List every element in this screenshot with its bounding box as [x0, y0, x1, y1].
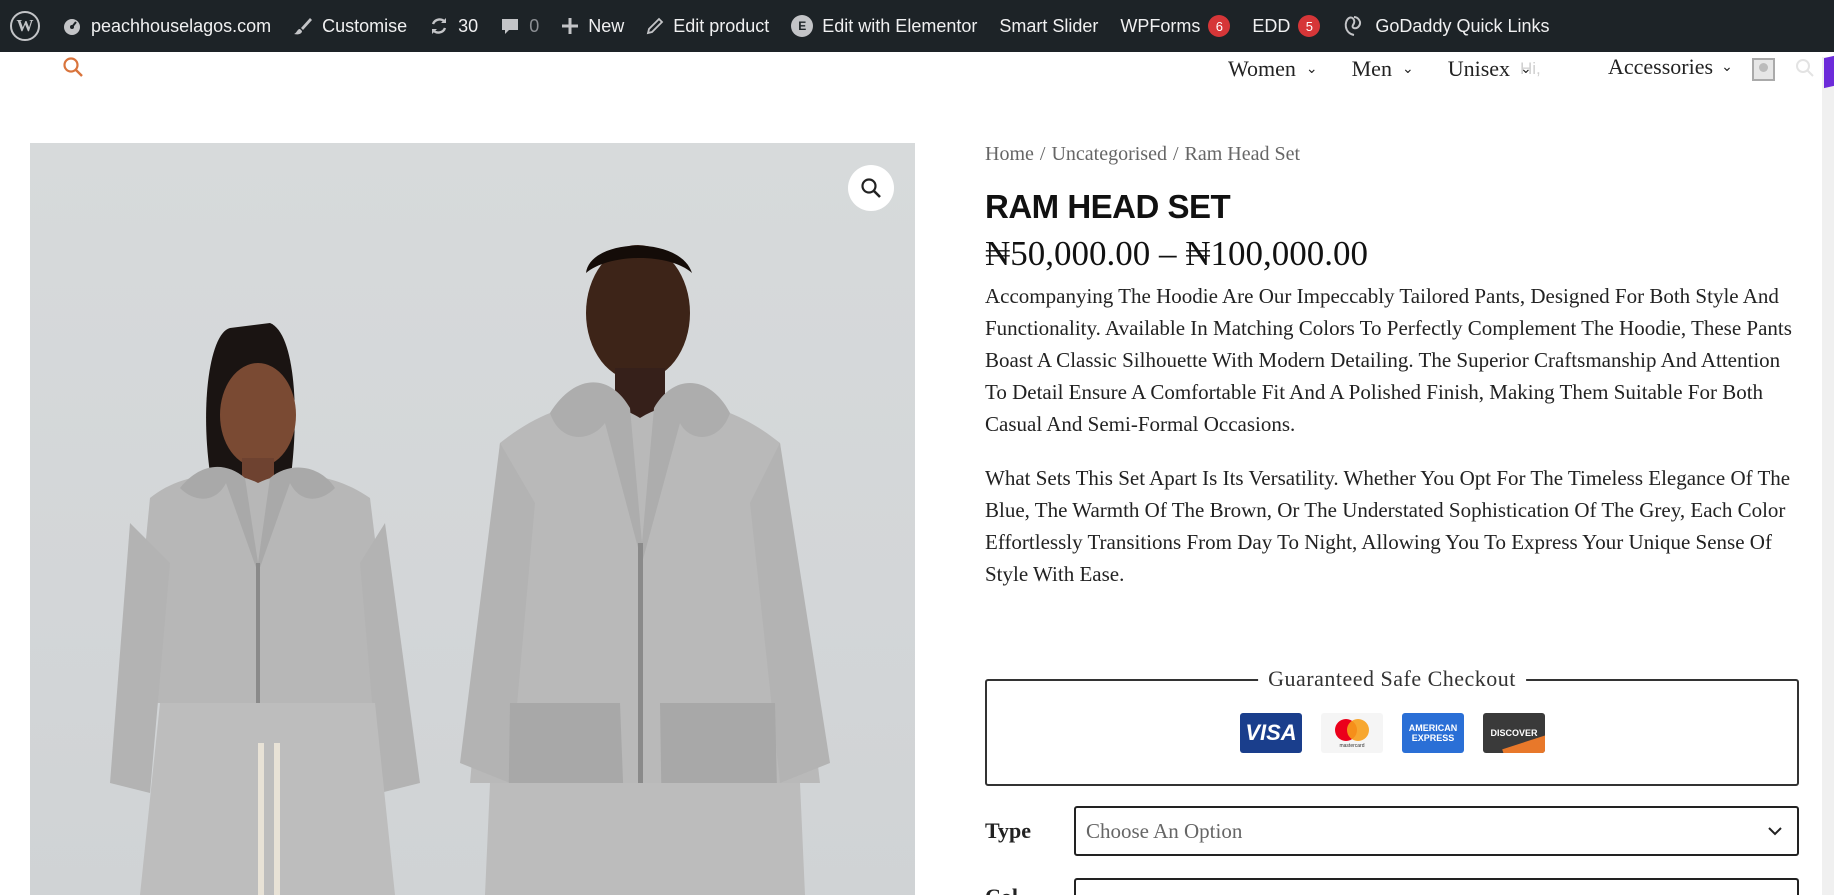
new-content-link[interactable]: New: [561, 0, 624, 52]
mastercard-text: mastercard: [1339, 743, 1364, 749]
brush-icon: [294, 18, 313, 35]
wpforms-link[interactable]: WPForms 6: [1120, 0, 1231, 52]
magnifier-icon: [861, 178, 881, 198]
product-gallery-image[interactable]: [30, 143, 915, 895]
product-photo-illustration: [110, 245, 830, 895]
breadcrumb-category[interactable]: Uncategorised: [1051, 143, 1167, 166]
smart-slider-label: Smart Slider: [999, 15, 1099, 36]
breadcrumb-separator: /: [1039, 143, 1046, 165]
new-label: New: [588, 15, 625, 36]
edd-label: EDD: [1252, 15, 1291, 36]
description-paragraph: What Sets This Set Apart Is Its Versatil…: [985, 466, 1791, 586]
nav-item-label: Women: [1228, 56, 1296, 81]
comment-icon: [502, 19, 519, 34]
type-select[interactable]: Choose An Option: [1074, 806, 1799, 856]
edd-link[interactable]: EDD 5: [1252, 0, 1321, 52]
chevron-down-icon: ⌄: [1305, 61, 1318, 77]
updates-count: 30: [458, 15, 479, 36]
edit-product-link[interactable]: Edit product: [646, 0, 769, 52]
product-description: Accompanying The Hoodie Are Our Impeccab…: [985, 280, 1797, 590]
comments-link[interactable]: 0: [500, 0, 539, 52]
smart-slider-link[interactable]: Smart Slider: [999, 0, 1098, 52]
edge-accent: [1824, 55, 1834, 89]
color-label: Col: [985, 884, 1074, 895]
updates-link[interactable]: 30: [429, 0, 478, 52]
payment-cards: VISA mastercard AMERICAN EXPRESS DISCOVER: [1240, 713, 1564, 753]
dashboard-icon: [64, 19, 80, 35]
visa-text: VISA: [1245, 720, 1297, 745]
avatar[interactable]: [1752, 58, 1775, 81]
nav-item-men[interactable]: Men ⌄: [1352, 56, 1414, 82]
customise-link[interactable]: Customise: [293, 0, 407, 52]
main-navigation: Women ⌄ Men ⌄ Unisex ⌄: [1228, 54, 1544, 84]
discover-text: DISCOVER: [1490, 728, 1538, 738]
plus-icon: [562, 18, 579, 34]
wp-admin-bar: W peachhouselagos.com Customise 30 0 New…: [0, 0, 1834, 57]
variation-type-row: Type Choose An Option: [985, 806, 1799, 856]
edit-product-label: Edit product: [673, 15, 770, 36]
edit-with-elementor-link[interactable]: E Edit with Elementor: [791, 0, 977, 52]
product-summary: Home / Uncategorised / Ram Head Set RAM …: [985, 143, 1800, 590]
visa-card-icon: VISA: [1240, 713, 1302, 753]
variation-color-row: Col: [985, 876, 1799, 895]
breadcrumb-separator: /: [1172, 143, 1179, 165]
wordpress-logo-icon[interactable]: W: [10, 11, 40, 41]
chevron-down-icon: ⌄: [1721, 59, 1733, 75]
header-search-icon[interactable]: [1795, 58, 1815, 83]
breadcrumb-home[interactable]: Home: [985, 143, 1034, 166]
page-edge-strip: [1822, 57, 1834, 895]
nav-item-label: Accessories: [1608, 54, 1714, 79]
wpforms-badge: 6: [1208, 15, 1231, 37]
site-name-label: peachhouselagos.com: [91, 15, 272, 36]
wpforms-label: WPForms: [1120, 15, 1201, 36]
edd-badge: 5: [1298, 15, 1321, 37]
search-icon[interactable]: [62, 56, 84, 83]
comments-count: 0: [529, 15, 540, 36]
site-name-menu[interactable]: peachhouselagos.com: [62, 0, 271, 52]
color-select[interactable]: [1074, 878, 1799, 895]
amex-card-icon: AMERICAN EXPRESS: [1402, 713, 1464, 753]
account-greeting: Hi,: [1520, 59, 1541, 78]
chevron-down-icon: ⌄: [1401, 61, 1414, 77]
customise-label: Customise: [322, 15, 408, 36]
refresh-icon: [432, 18, 447, 34]
amex-text: EXPRESS: [1411, 733, 1455, 743]
product-title: RAM HEAD SET: [985, 188, 1231, 225]
nav-item-label: Unisex: [1447, 56, 1511, 81]
type-select-value: Choose An Option: [1086, 818, 1243, 843]
nav-item-accessories[interactable]: Accessories ⌄: [1608, 54, 1733, 80]
godaddy-quick-links[interactable]: GoDaddy Quick Links: [1342, 0, 1549, 52]
nav-item-women[interactable]: Women ⌄: [1228, 56, 1318, 82]
product-price: ₦50,000.00 – ₦100,000.00: [985, 234, 1369, 273]
zoom-button[interactable]: [848, 165, 894, 211]
nav-item-label: Men: [1351, 56, 1392, 81]
elementor-label: Edit with Elementor: [822, 15, 978, 36]
description-paragraph: Accompanying The Hoodie Are Our Impeccab…: [985, 284, 1792, 436]
godaddy-label: GoDaddy Quick Links: [1375, 15, 1550, 36]
safe-checkout-title: Guaranteed Safe Checkout: [1258, 666, 1526, 692]
breadcrumb-current: Ram Head Set: [1184, 143, 1301, 165]
chevron-down-icon: [1768, 827, 1782, 836]
godaddy-icon: [1345, 16, 1362, 36]
mastercard-card-icon: mastercard: [1321, 713, 1383, 753]
pencil-icon: [646, 17, 664, 35]
amex-text: AMERICAN: [1408, 723, 1458, 733]
breadcrumb: Home / Uncategorised / Ram Head Set: [985, 143, 1800, 166]
elementor-icon: E: [791, 15, 814, 37]
type-label: Type: [985, 818, 1032, 843]
safe-checkout-box: Guaranteed Safe Checkout VISA mastercard…: [985, 666, 1799, 786]
discover-card-icon: DISCOVER: [1483, 713, 1545, 753]
